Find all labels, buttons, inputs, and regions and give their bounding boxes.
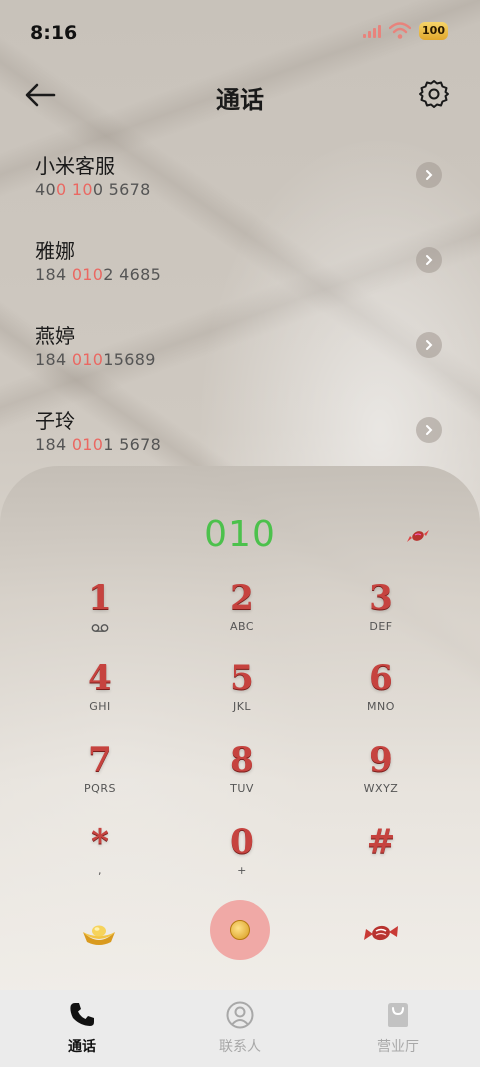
- contact-name: 雅娜: [35, 239, 75, 263]
- key-8[interactable]: 8 TUV: [182, 740, 302, 810]
- settings-button[interactable]: [418, 78, 450, 110]
- dialer-actions: [0, 896, 480, 976]
- candy-icon: [407, 530, 429, 542]
- key-letters: ,: [98, 864, 102, 877]
- nav-label: 通话: [68, 1039, 96, 1055]
- status-bar: 8:16 100: [0, 0, 480, 64]
- key-letters: GHI: [89, 700, 111, 713]
- dialer-panel: 010 1 2 ABC 3 DEF 4 GHI 5 JKL 6 MNO 7 PQ…: [0, 466, 480, 990]
- key-digit: 9: [369, 740, 393, 780]
- number-segment: 15689: [103, 350, 156, 369]
- call-button[interactable]: [210, 900, 270, 960]
- contact-detail-button[interactable]: [416, 162, 442, 188]
- person-icon: [226, 1001, 254, 1029]
- contact-name: 燕婷: [35, 324, 75, 348]
- number-match-segment: 010: [71, 350, 104, 369]
- wifi-icon: [389, 22, 412, 39]
- key-6[interactable]: 6 MNO: [321, 658, 441, 728]
- contact-number: 184 01015689: [35, 350, 156, 369]
- nav-item-calls[interactable]: 通话: [22, 1000, 142, 1056]
- nav-item-store[interactable]: 营业厅: [338, 1000, 458, 1056]
- status-time: 8:16: [30, 22, 78, 44]
- number-segment: 184: [35, 265, 72, 284]
- number-match-segment: 010: [71, 435, 104, 454]
- gold-ingot-icon: [83, 925, 115, 945]
- key-3[interactable]: 3 DEF: [321, 578, 441, 648]
- number-segment: 40: [35, 180, 56, 199]
- contact-number: 400 100 5678: [35, 180, 151, 199]
- number-segment: 0 5678: [92, 180, 151, 199]
- key-digit: 0: [230, 822, 254, 862]
- key-digit: 2: [230, 578, 254, 618]
- contact-detail-button[interactable]: [416, 417, 442, 443]
- shopping-bag-icon: [388, 1003, 408, 1027]
- key-letters: MNO: [367, 700, 395, 713]
- key-letters: +: [237, 864, 247, 877]
- contact-detail-button[interactable]: [416, 332, 442, 358]
- number-match-segment: 010: [71, 265, 104, 284]
- number-segment: 1 5678: [103, 435, 162, 454]
- gear-icon: [419, 80, 449, 108]
- key-4[interactable]: 4 GHI: [40, 658, 160, 728]
- gold-ingot-button[interactable]: [80, 918, 118, 948]
- key-digit: 1: [88, 578, 112, 618]
- key-9[interactable]: 9 WXYZ: [321, 740, 441, 810]
- nav-item-contacts[interactable]: 联系人: [180, 1000, 300, 1056]
- key-7[interactable]: 7 PQRS: [40, 740, 160, 810]
- key-digit: *: [91, 822, 109, 862]
- key-digit: 5: [230, 658, 254, 698]
- contact-row[interactable]: 燕婷 184 01015689: [0, 312, 480, 397]
- phone-icon: [70, 1003, 94, 1026]
- key-5[interactable]: 5 JKL: [182, 658, 302, 728]
- key-letters: ABC: [229, 620, 255, 633]
- key-hash[interactable]: #: [321, 822, 441, 892]
- number-segment: 184: [35, 350, 72, 369]
- page-title: 通话: [216, 86, 264, 114]
- nav-label: 联系人: [219, 1039, 261, 1055]
- chevron-right-icon: [426, 340, 433, 350]
- coin-icon: [230, 920, 250, 940]
- key-digit: 8: [230, 740, 254, 780]
- contact-name: 小米客服: [35, 154, 115, 178]
- key-star[interactable]: * ,: [40, 822, 160, 892]
- voicemail-icon: [91, 624, 109, 632]
- key-1[interactable]: 1: [40, 578, 160, 648]
- key-digit: 6: [369, 658, 393, 698]
- contact-row[interactable]: 小米客服 400 100 5678: [0, 142, 480, 227]
- chevron-right-icon: [426, 170, 433, 180]
- backspace-button[interactable]: [406, 526, 430, 546]
- key-2[interactable]: 2 ABC: [182, 578, 302, 648]
- contact-number: 184 0102 4685: [35, 265, 161, 284]
- key-letters: DEF: [369, 620, 393, 633]
- contact-number: 184 0101 5678: [35, 435, 161, 454]
- number-match-segment: 0: [55, 180, 67, 199]
- contact-detail-button[interactable]: [416, 247, 442, 273]
- status-icons: 100: [363, 22, 448, 40]
- key-0[interactable]: 0 +: [182, 822, 302, 892]
- key-letters: TUV: [230, 782, 254, 795]
- key-letters: JKL: [232, 700, 252, 713]
- number-segment: 2 4685: [103, 265, 162, 284]
- number-match-segment: 10: [71, 180, 93, 199]
- key-letters: PQRS: [84, 782, 116, 795]
- battery-icon: 100: [419, 22, 448, 40]
- chevron-right-icon: [426, 255, 433, 265]
- candy-button[interactable]: [362, 920, 400, 946]
- key-digit: 7: [88, 740, 112, 780]
- nav-label: 营业厅: [377, 1039, 419, 1055]
- key-digit: 3: [369, 578, 393, 618]
- key-digit: 4: [88, 658, 112, 698]
- candy-icon: [364, 925, 398, 941]
- chevron-right-icon: [426, 425, 433, 435]
- contact-row[interactable]: 雅娜 184 0102 4685: [0, 227, 480, 312]
- app-header: 通话: [0, 68, 480, 122]
- contact-name: 子玲: [35, 409, 75, 433]
- contact-suggestions-list: 小米客服 400 100 5678 雅娜 184 0102 4685 燕婷 18…: [0, 142, 480, 482]
- key-letters: WXYZ: [363, 782, 399, 795]
- bottom-navigation: 通话 联系人 营业厅: [0, 990, 480, 1067]
- number-segment: 184: [35, 435, 72, 454]
- signal-icon: [363, 24, 382, 38]
- key-digit: #: [366, 822, 396, 862]
